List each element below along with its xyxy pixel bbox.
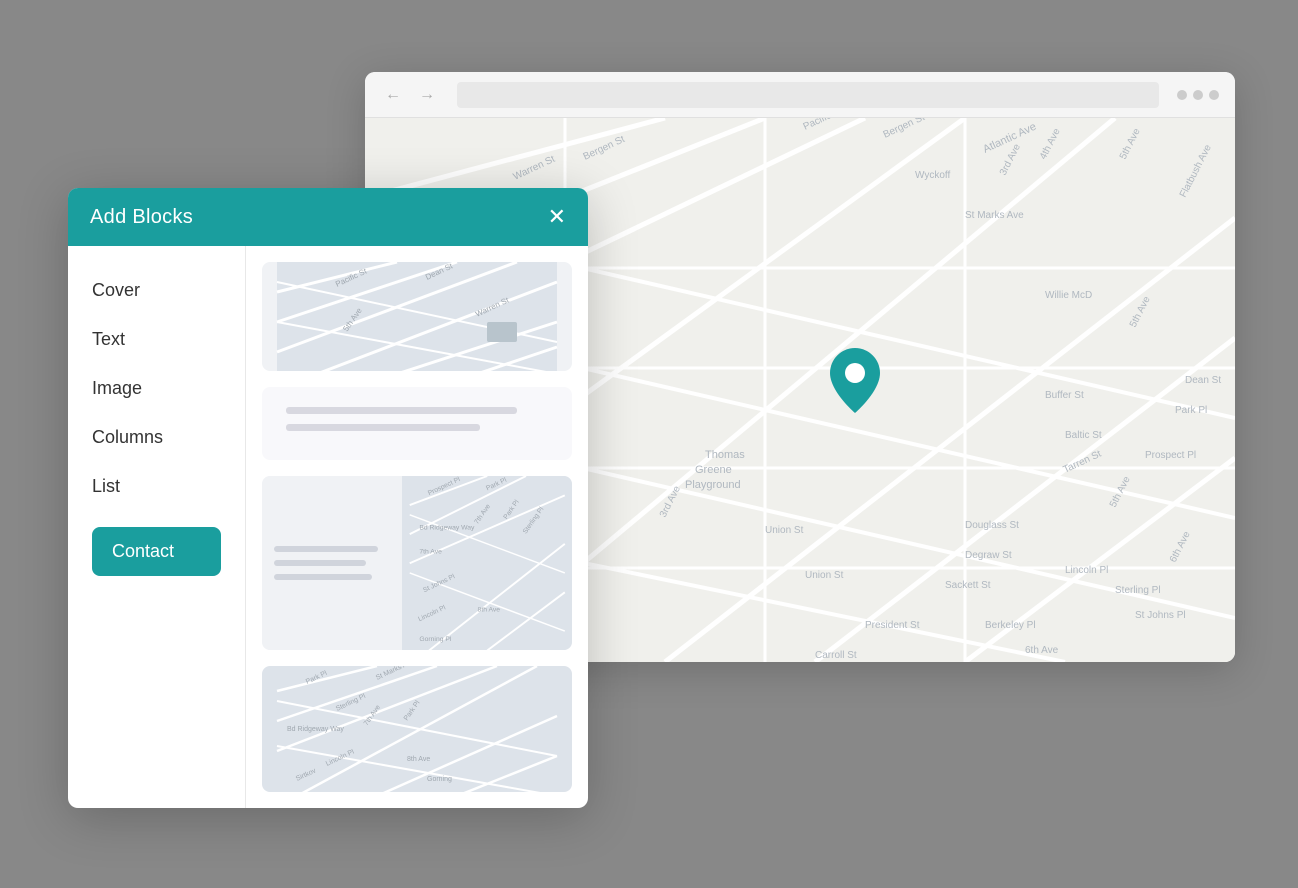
nav-item-image[interactable]: Image xyxy=(68,364,245,413)
svg-text:Thomas: Thomas xyxy=(705,449,745,461)
svg-text:St Marks Ave: St Marks Ave xyxy=(965,210,1024,221)
svg-text:Buffer St: Buffer St xyxy=(1045,390,1084,401)
browser-toolbar: ← → xyxy=(365,72,1235,118)
svg-text:Douglass St: Douglass St xyxy=(965,520,1019,531)
svg-text:6th Ave: 6th Ave xyxy=(1025,645,1059,656)
svg-text:Sackett St: Sackett St xyxy=(945,580,991,591)
panel-header: Add Blocks ✕ xyxy=(68,188,588,246)
svg-text:Wyckoff: Wyckoff xyxy=(915,170,951,181)
nav-item-text[interactable]: Text xyxy=(68,315,245,364)
panel-body: Cover Text Image Columns List Contact xyxy=(68,246,588,808)
text-line-2 xyxy=(286,424,480,431)
svg-text:Prospect Pl: Prospect Pl xyxy=(1145,450,1196,461)
panel-title: Add Blocks xyxy=(90,206,193,229)
svg-text:Willie McD: Willie McD xyxy=(1045,290,1092,301)
nav-item-cover[interactable]: Cover xyxy=(68,266,245,315)
panel-content: Pacific St Dean St 5th Ave Warren St xyxy=(246,246,588,808)
columns-block-preview[interactable]: Prospect Pl Park Pl Bd Ridgeway Way 7th … xyxy=(262,476,572,650)
svg-text:Gorning: Gorning xyxy=(427,776,452,783)
svg-text:St Johns Pl: St Johns Pl xyxy=(1135,610,1186,621)
svg-text:8th Ave: 8th Ave xyxy=(407,756,430,763)
svg-text:President St: President St xyxy=(865,620,920,631)
svg-text:Greene: Greene xyxy=(695,464,732,476)
close-button[interactable]: ✕ xyxy=(548,206,566,228)
svg-text:Union St: Union St xyxy=(805,570,844,581)
svg-text:Bd Ridgeway Way: Bd Ridgeway Way xyxy=(419,524,475,531)
address-bar[interactable] xyxy=(457,82,1159,108)
svg-text:8th Ave: 8th Ave xyxy=(477,606,500,613)
cover-block-preview[interactable]: Pacific St Dean St 5th Ave Warren St xyxy=(262,262,572,371)
svg-text:Dean St: Dean St xyxy=(1185,375,1221,386)
svg-text:Baltic St: Baltic St xyxy=(1065,430,1102,441)
nav-item-columns[interactable]: Columns xyxy=(68,413,245,462)
columns-map-side: Prospect Pl Park Pl Bd Ridgeway Way 7th … xyxy=(402,476,573,650)
contact-button[interactable]: Contact xyxy=(92,527,221,576)
dot-3 xyxy=(1209,90,1219,100)
svg-text:Playground: Playground xyxy=(685,479,741,491)
text-line-1 xyxy=(286,407,517,414)
svg-text:Degraw St: Degraw St xyxy=(965,550,1012,561)
svg-text:Sterling Pl: Sterling Pl xyxy=(1115,585,1161,596)
svg-text:Lincoln Pl: Lincoln Pl xyxy=(1065,565,1108,576)
svg-text:Bd Ridgeway Way: Bd Ridgeway Way xyxy=(287,726,344,733)
browser-dots xyxy=(1177,90,1219,100)
svg-text:Park Pl: Park Pl xyxy=(1175,405,1207,416)
dot-1 xyxy=(1177,90,1187,100)
text-block-preview[interactable] xyxy=(262,387,572,460)
map-only-block-preview[interactable]: Park Pl St Marks Ave Sterling Pl Bd Ridg… xyxy=(262,666,572,792)
add-blocks-panel: Add Blocks ✕ Cover Text Image Columns Li… xyxy=(68,188,588,808)
forward-button[interactable]: → xyxy=(415,82,439,108)
svg-text:Carroll St: Carroll St xyxy=(815,650,857,661)
nav-item-list[interactable]: List xyxy=(68,462,245,511)
svg-text:Gorning Pl: Gorning Pl xyxy=(419,635,451,642)
svg-text:7th Ave: 7th Ave xyxy=(419,548,442,555)
panel-nav: Cover Text Image Columns List Contact xyxy=(68,246,246,808)
svg-text:Union St: Union St xyxy=(765,525,804,536)
dot-2 xyxy=(1193,90,1203,100)
columns-text-side xyxy=(262,476,402,650)
back-button[interactable]: ← xyxy=(381,82,405,108)
svg-text:Berkeley Pl: Berkeley Pl xyxy=(985,620,1036,631)
